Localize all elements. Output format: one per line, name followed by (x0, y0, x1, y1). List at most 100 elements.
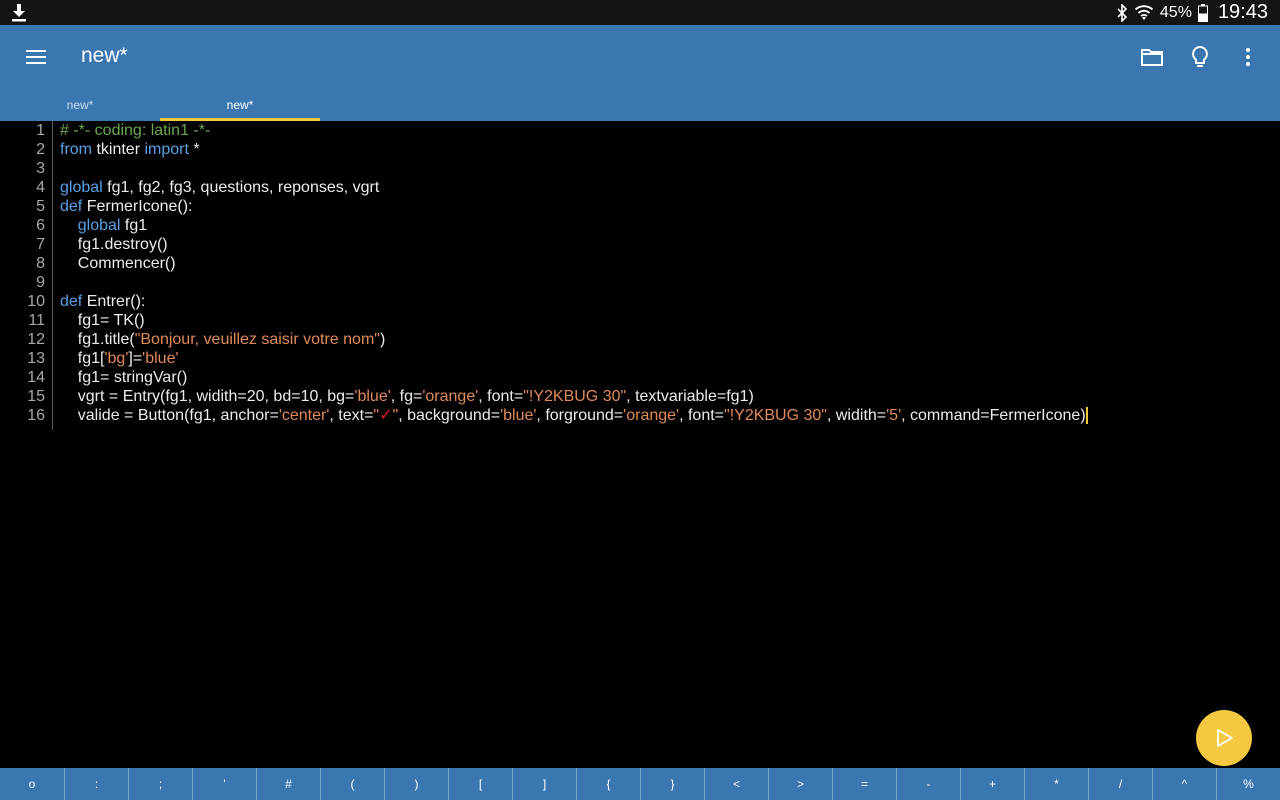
code-token: "Bonjour, veuillez saisir votre nom" (134, 331, 380, 348)
symbol-key[interactable]: o (0, 768, 64, 800)
app-title: new* (81, 44, 128, 67)
symbol-key[interactable]: < (704, 768, 768, 800)
code-token: fg1.destroy() (60, 236, 168, 253)
text-cursor (1085, 407, 1088, 425)
line-number: 6 (36, 217, 45, 234)
code-token: Commencer() (60, 255, 176, 272)
more-vert-icon[interactable] (1236, 45, 1260, 69)
line-number: 10 (27, 293, 45, 310)
line-number: 2 (36, 141, 45, 158)
code-token: , fg= (390, 388, 423, 405)
code-text: def FermerIcone(): (60, 197, 193, 216)
hamburger-menu-icon[interactable] (24, 45, 48, 69)
code-token: * (188, 141, 200, 158)
run-button[interactable] (1196, 710, 1252, 766)
code-token: , textvariable=fg1) (626, 388, 754, 405)
line-number: 15 (27, 388, 45, 405)
code-token: 'blue' (142, 350, 179, 367)
code-token: 'blue' (500, 407, 537, 424)
code-token: , background= (398, 407, 501, 424)
code-token: , text= (329, 407, 374, 424)
symbol-key[interactable]: : (64, 768, 128, 800)
symbol-key[interactable]: ( (320, 768, 384, 800)
line-number: 8 (36, 255, 45, 272)
symbol-key[interactable]: ; (128, 768, 192, 800)
code-token: '5' (886, 407, 902, 424)
code-token: tkinter (92, 141, 145, 158)
wifi-icon (1134, 4, 1154, 20)
symbol-key[interactable]: / (1088, 768, 1152, 800)
code-text: # -*- coding: latin1 -*- (60, 121, 210, 140)
tab-file-1[interactable]: new* (0, 91, 160, 121)
code-text: fg1['bg']='blue' (60, 349, 179, 368)
code-token: Entrer(): (82, 293, 146, 310)
code-text: global fg1, fg2, fg3, questions, reponse… (60, 178, 379, 197)
symbol-key[interactable]: = (832, 768, 896, 800)
line-number: 5 (36, 198, 45, 215)
code-token: , command=FermerIcone) (901, 407, 1086, 424)
code-token: def (60, 293, 83, 310)
code-text: from tkinter import * (60, 140, 200, 159)
status-bar: 45% 19:43 (0, 0, 1280, 25)
code-token: fg1 (120, 217, 148, 234)
symbol-key[interactable]: * (1024, 768, 1088, 800)
code-token: , widith= (826, 407, 887, 424)
code-token: # -*- coding: latin1 -*- (60, 122, 211, 139)
symbol-key[interactable]: } (640, 768, 704, 800)
code-token: 'blue' (354, 388, 391, 405)
code-token: , font= (679, 407, 725, 424)
code-token: "!Y2KBUG 30" (523, 388, 627, 405)
code-token: ✓ (379, 407, 393, 424)
symbol-key[interactable]: ] (512, 768, 576, 800)
code-token: , font= (478, 388, 524, 405)
code-token: ) (379, 331, 386, 348)
code-token: fg1.title( (60, 331, 135, 348)
symbol-key[interactable]: > (768, 768, 832, 800)
code-token: fg1[ (60, 350, 105, 367)
clock: 19:43 (1217, 1, 1268, 23)
line-number: 13 (27, 350, 45, 367)
folder-icon[interactable] (1140, 45, 1164, 69)
symbol-key[interactable]: % (1216, 768, 1280, 800)
line-number: 14 (27, 369, 45, 386)
battery-icon (1197, 3, 1208, 22)
code-token: def (60, 198, 83, 215)
symbol-key[interactable]: { (576, 768, 640, 800)
bluetooth-icon (1117, 3, 1128, 22)
code-text: global fg1 (60, 216, 147, 235)
code-token: import (144, 141, 189, 158)
code-token: , forground= (536, 407, 624, 424)
line-number: 4 (36, 179, 45, 196)
symbol-key[interactable]: [ (448, 768, 512, 800)
code-text: valide = Button(fg1, anchor='center', te… (60, 406, 1088, 425)
code-token: global (60, 179, 103, 196)
line-number: 1 (36, 122, 45, 139)
line-number: 16 (27, 407, 45, 424)
code-token: valide = Button(fg1, anchor= (60, 407, 279, 424)
symbol-key[interactable]: ^ (1152, 768, 1216, 800)
symbol-key[interactable]: ) (384, 768, 448, 800)
line-number: 3 (36, 160, 45, 177)
code-text: fg1= stringVar() (60, 368, 188, 387)
gutter-divider (52, 121, 53, 430)
code-token: global (77, 217, 121, 234)
symbol-key[interactable]: # (256, 768, 320, 800)
tab-file-2-active[interactable]: new* (160, 91, 320, 121)
code-text: vgrt = Entry(fg1, widith=20, bd=10, bg='… (60, 387, 754, 406)
line-number: 9 (36, 274, 45, 291)
code-editor[interactable]: 1 # -*- coding: latin1 -*- 2 from tkinter i… (0, 121, 1280, 768)
code-token: fg1= stringVar() (60, 369, 188, 386)
code-token: ]= (128, 350, 143, 367)
line-number: 11 (28, 312, 45, 329)
code-text: Commencer() (60, 254, 176, 273)
code-token: 'orange' (623, 407, 680, 424)
symbol-key[interactable]: ' (192, 768, 256, 800)
code-text: fg1.destroy() (60, 235, 168, 254)
code-token: fg1, fg2, fg3, questions, reponses, vgrt (102, 179, 380, 196)
symbol-key[interactable]: + (960, 768, 1024, 800)
code-token: FermerIcone(): (82, 198, 193, 215)
line-number: 12 (27, 331, 45, 348)
symbol-key[interactable]: - (896, 768, 960, 800)
lightbulb-icon[interactable] (1188, 45, 1212, 69)
